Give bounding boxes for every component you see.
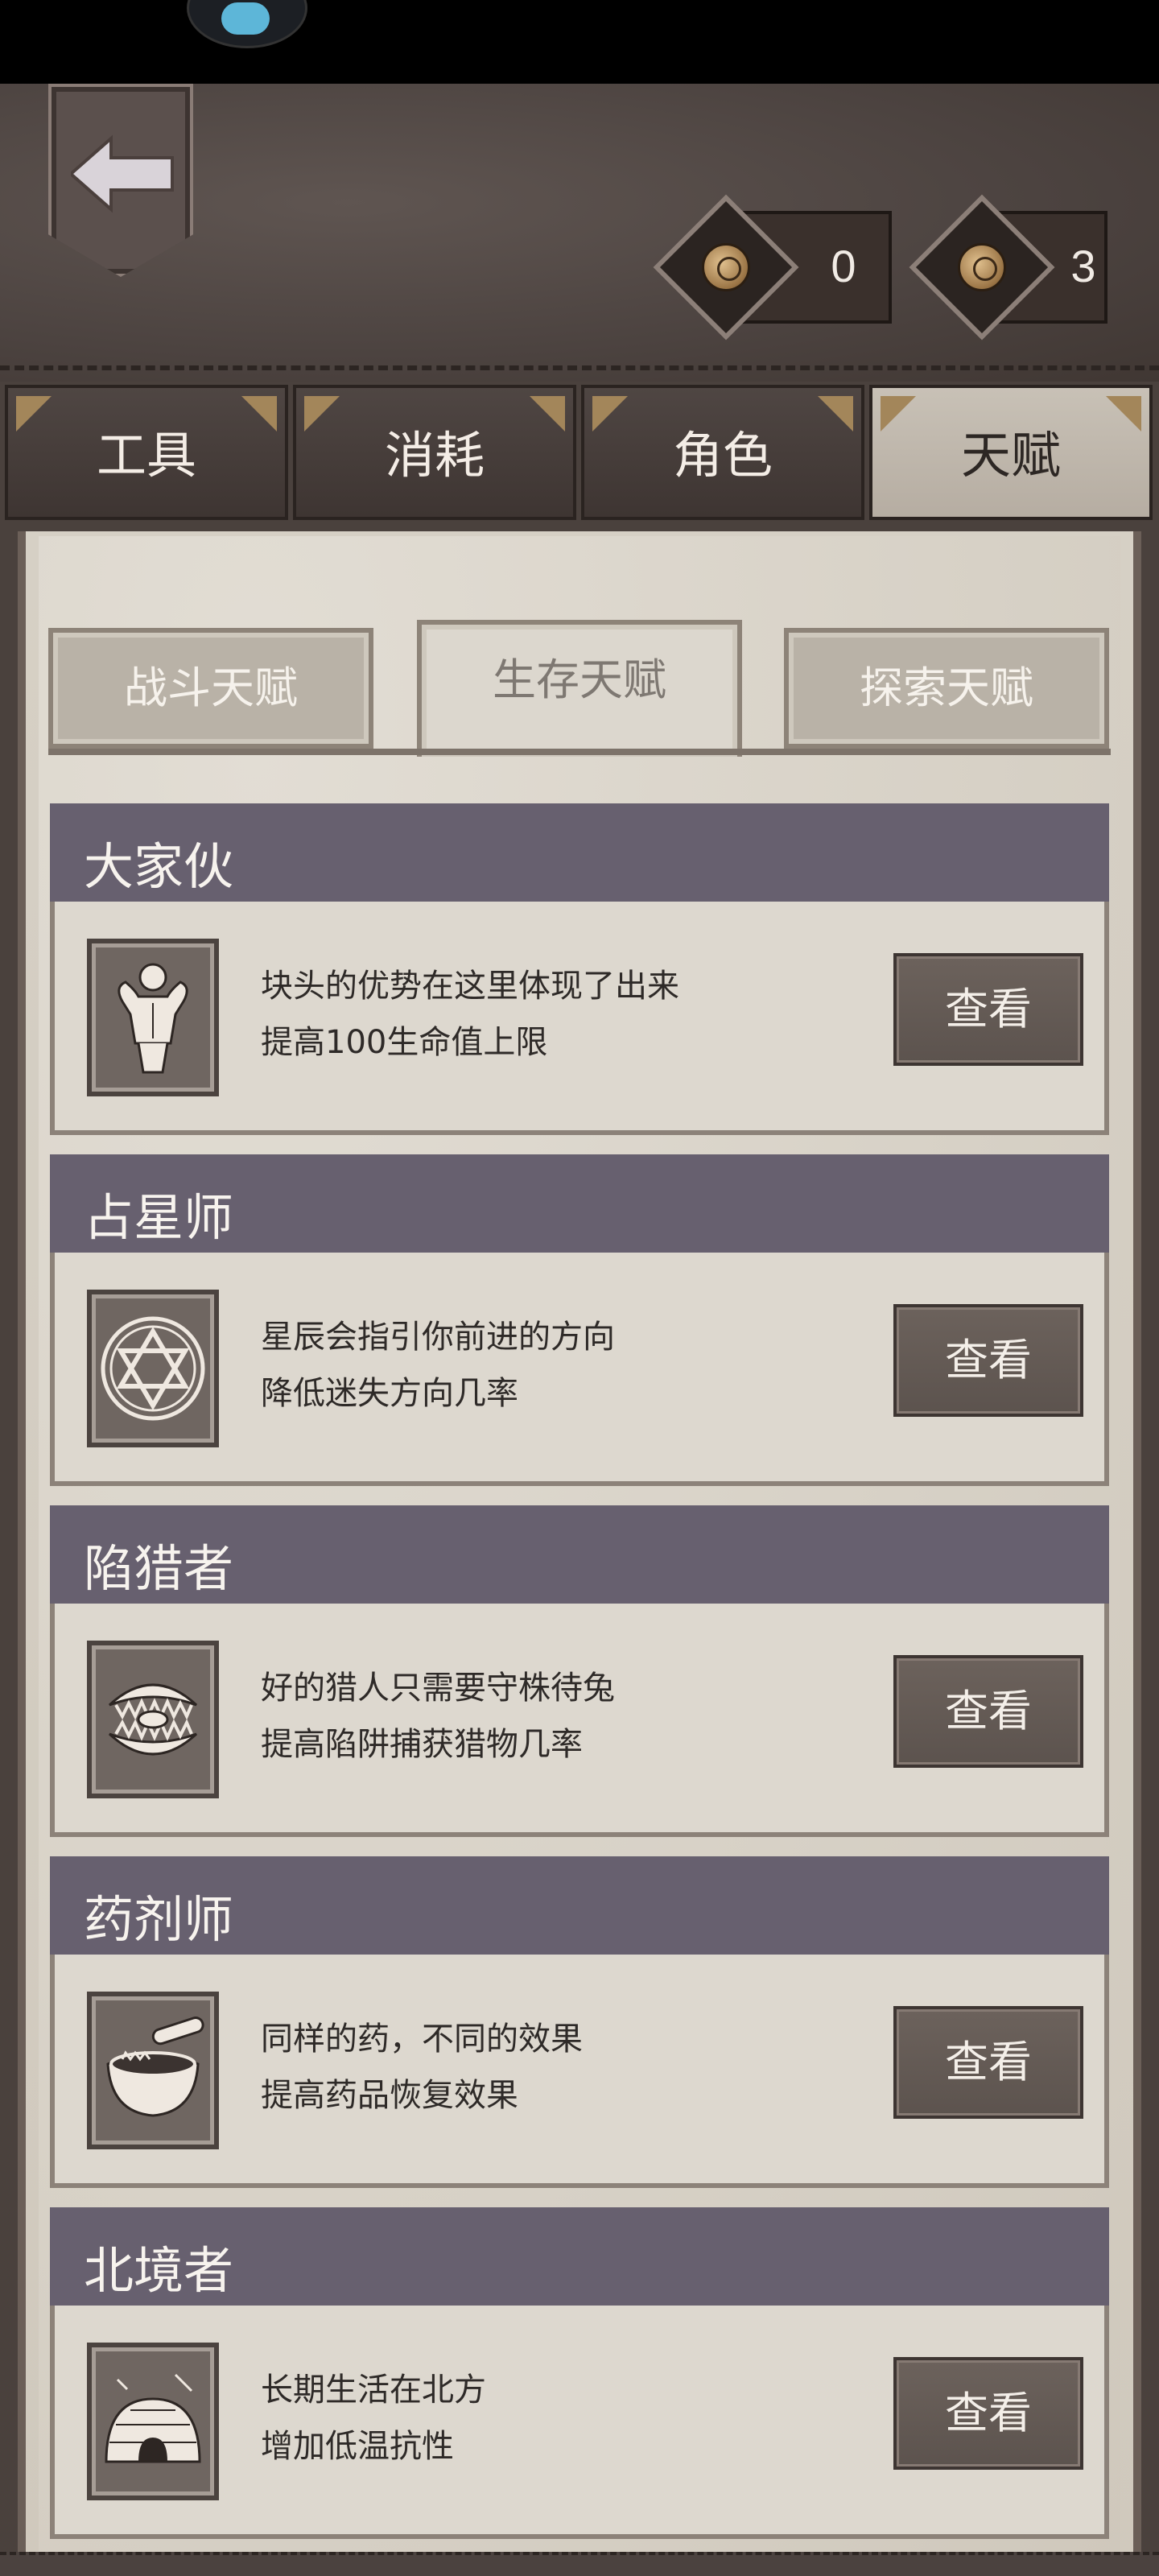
talent-name: 大家伙 xyxy=(84,837,234,896)
igloo-icon xyxy=(87,2343,219,2500)
talent-description: 好的猎人只需要守株待兔 提高陷阱捕获猎物几率 xyxy=(261,1660,615,1773)
talent-description: 长期生活在北方 增加低温抗性 xyxy=(261,2362,486,2475)
talent-title-bar: 陷猎者 xyxy=(50,1505,1109,1604)
view-button[interactable]: 查看 xyxy=(893,1304,1083,1417)
view-button[interactable]: 查看 xyxy=(893,953,1083,1066)
hexagram-icon xyxy=(87,1290,219,1447)
talent-title-bar: 药剂师 xyxy=(50,1856,1109,1955)
talent-description-line: 降低迷失方向几率 xyxy=(261,1375,518,1412)
talent-card: 药剂师 同样的药，不同的效果 提高药品恢复效果 查看 xyxy=(50,1856,1109,2188)
tab-consumables[interactable]: 消耗 xyxy=(293,385,576,520)
talent-name: 陷猎者 xyxy=(84,1539,234,1598)
currency-value: 3 xyxy=(1070,241,1096,291)
tab-label: 天赋 xyxy=(960,426,1061,485)
talent-description: 块头的优势在这里体现了出来 提高100生命值上限 xyxy=(261,958,679,1071)
tab-talents[interactable]: 天赋 xyxy=(869,385,1153,520)
talent-name: 北境者 xyxy=(84,2241,234,2300)
subtab-combat-talents[interactable]: 战斗天赋 xyxy=(48,628,373,749)
coin-icon xyxy=(702,243,750,291)
tab-label: 角色 xyxy=(672,426,773,485)
tab-corner-ornament xyxy=(818,396,853,431)
talent-name: 占星师 xyxy=(84,1188,234,1247)
subtab-exploration-talents[interactable]: 探索天赋 xyxy=(784,628,1109,749)
tab-label: 工具 xyxy=(96,426,196,485)
talent-body: 好的猎人只需要守株待兔 提高陷阱捕获猎物几率 查看 xyxy=(50,1604,1109,1837)
header-stitch xyxy=(0,365,1159,370)
subtab-survival-talents[interactable]: 生存天赋 xyxy=(417,620,742,757)
talent-description-line: 长期生活在北方 xyxy=(261,2372,486,2409)
talent-body: 长期生活在北方 增加低温抗性 查看 xyxy=(50,2306,1109,2539)
subtab-label: 战斗天赋 xyxy=(124,663,298,713)
coin-icon xyxy=(958,243,1006,291)
talent-description: 星辰会指引你前进的方向 降低迷失方向几率 xyxy=(261,1309,615,1422)
talent-title-bar: 占星师 xyxy=(50,1154,1109,1253)
currency-value: 0 xyxy=(831,241,856,291)
tab-corner-ornament xyxy=(241,396,277,431)
talent-description-line: 块头的优势在这里体现了出来 xyxy=(261,968,679,1005)
tab-character[interactable]: 角色 xyxy=(581,385,864,520)
subtab-divider xyxy=(48,749,1111,755)
talent-description-line: 提高100生命值上限 xyxy=(261,1024,548,1061)
bottom-leather-edge xyxy=(0,2552,1159,2576)
talent-title-bar: 北境者 xyxy=(50,2207,1109,2306)
talent-title-bar: 大家伙 xyxy=(50,803,1109,902)
talent-description-line: 好的猎人只需要守株待兔 xyxy=(261,1670,615,1707)
view-button[interactable]: 查看 xyxy=(893,1655,1083,1768)
tab-corner-ornament xyxy=(304,396,340,431)
tab-tools[interactable]: 工具 xyxy=(5,385,288,520)
talent-card: 大家伙 块头的优势在这里体现了出来 提高100生命值上限 查看 xyxy=(50,803,1109,1135)
talent-card: 陷猎者 好的猎人只需要守株待兔 提高陷阱捕获猎物几率 查看 xyxy=(50,1505,1109,1837)
main-tab-bar: 工具 消耗 角色 天赋 xyxy=(0,385,1159,522)
talent-description-line: 同样的药，不同的效果 xyxy=(261,2021,583,2058)
talent-description-line: 提高陷阱捕获猎物几率 xyxy=(261,1726,583,1763)
subtab-label: 生存天赋 xyxy=(493,654,666,705)
tab-corner-ornament xyxy=(530,396,565,431)
mortar-pestle-icon xyxy=(87,1992,219,2149)
talent-description: 同样的药，不同的效果 提高药品恢复效果 xyxy=(261,2011,583,2124)
talent-description-line: 星辰会指引你前进的方向 xyxy=(261,1319,615,1356)
tab-corner-ornament xyxy=(16,396,52,431)
back-arrow-icon xyxy=(71,134,174,213)
talent-card: 北境者 长期生活在北方 增加低温抗性 查看 xyxy=(50,2207,1109,2539)
subtab-label: 探索天赋 xyxy=(860,663,1033,713)
bear-trap-icon xyxy=(87,1641,219,1798)
talent-body: 星辰会指引你前进的方向 降低迷失方向几率 查看 xyxy=(50,1253,1109,1486)
app-logo-icon xyxy=(187,0,307,48)
view-button[interactable]: 查看 xyxy=(893,2357,1083,2470)
tab-corner-ornament xyxy=(881,396,916,431)
sub-tab-bar: 战斗天赋 生存天赋 探索天赋 xyxy=(48,620,1111,757)
talent-name: 药剂师 xyxy=(84,1890,234,1949)
muscle-man-icon xyxy=(87,939,219,1096)
view-button[interactable]: 查看 xyxy=(893,2006,1083,2119)
talent-description-line: 增加低温抗性 xyxy=(261,2428,454,2465)
status-bar xyxy=(0,0,1159,84)
talent-description-line: 提高药品恢复效果 xyxy=(261,2077,518,2114)
talent-body: 块头的优势在这里体现了出来 提高100生命值上限 查看 xyxy=(50,902,1109,1135)
talent-body: 同样的药，不同的效果 提高药品恢复效果 查看 xyxy=(50,1955,1109,2188)
talent-card: 占星师 星辰会指引你前进的方向 降低迷失方向几率 查看 xyxy=(50,1154,1109,1486)
tab-corner-ornament xyxy=(592,396,628,431)
tab-corner-ornament xyxy=(1106,396,1141,431)
tab-label: 消耗 xyxy=(384,426,485,485)
